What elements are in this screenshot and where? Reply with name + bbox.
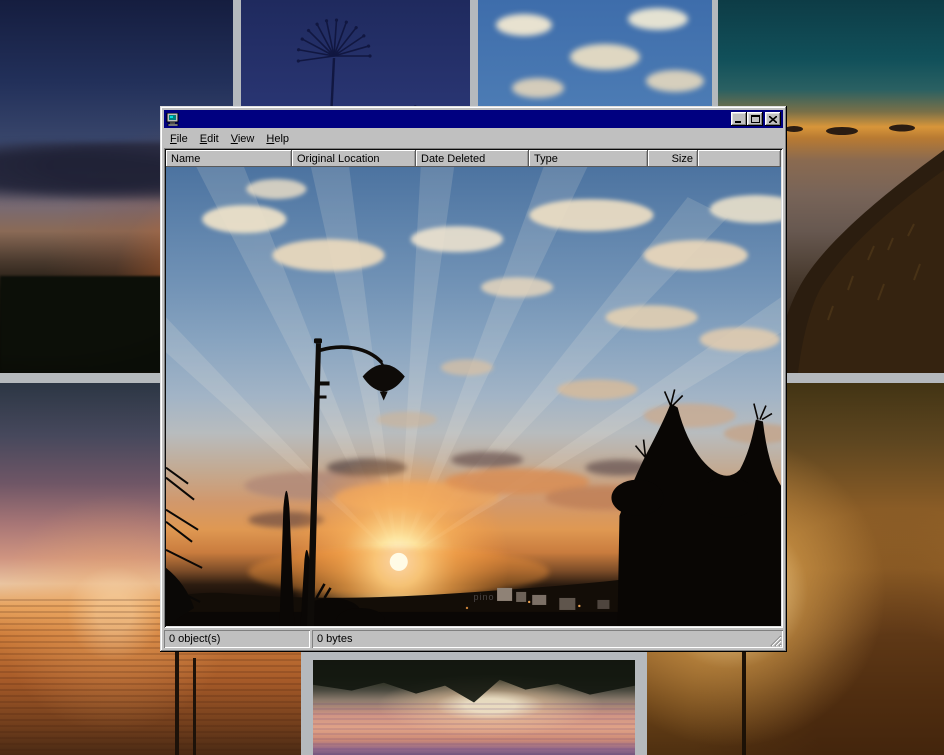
status-bytes-text: 0 bytes [317,633,352,645]
sunset-scene-drawing [166,167,781,626]
cloud-puff [570,44,640,70]
column-header-original-location[interactable]: Original Location [292,150,416,167]
status-bar: 0 object(s) 0 bytes [164,630,783,648]
status-byte-count: 0 bytes [312,630,783,648]
menu-view[interactable]: View [225,131,261,147]
photo-sunset-streetlamp[interactable]: pino [166,167,781,626]
status-object-count: 0 object(s) [164,630,310,648]
desktop: File Edit View Help Name Original Locati… [0,0,944,755]
menu-file[interactable]: File [164,131,194,147]
recycle-bin-window: File Edit View Help Name Original Locati… [160,106,787,652]
column-header-empty[interactable] [698,150,781,167]
menu-edit[interactable]: Edit [194,131,225,147]
cloud-puff [646,70,704,92]
maximize-icon [751,115,760,123]
column-header-type[interactable]: Type [529,150,648,167]
wooden-pole [193,658,196,755]
window-controls [731,112,781,126]
close-button[interactable] [765,112,781,126]
resize-grip[interactable] [769,634,782,647]
cloud-puff [512,78,564,98]
menu-help[interactable]: Help [260,131,295,147]
minimize-button[interactable] [731,112,747,126]
bg-photo-water-reflection [313,660,635,755]
close-icon [769,116,777,123]
wooden-pole [175,643,179,755]
list-view: Name Original Location Date Deleted Type… [164,148,783,628]
column-header-date-deleted[interactable]: Date Deleted [416,150,529,167]
menu-bar: File Edit View Help [163,129,784,148]
window-titlebar[interactable] [164,110,783,128]
photo-watermark: pino [474,592,495,602]
water-ripples [313,703,635,755]
cloud-puff [628,8,688,30]
column-header-size[interactable]: Size [648,150,698,167]
maximize-button[interactable] [747,112,763,126]
column-header-row: Name Original Location Date Deleted Type… [166,150,781,167]
cloud-puff [496,14,552,36]
column-header-name[interactable]: Name [166,150,292,167]
computer-icon [166,113,180,126]
minimize-icon [735,116,743,123]
